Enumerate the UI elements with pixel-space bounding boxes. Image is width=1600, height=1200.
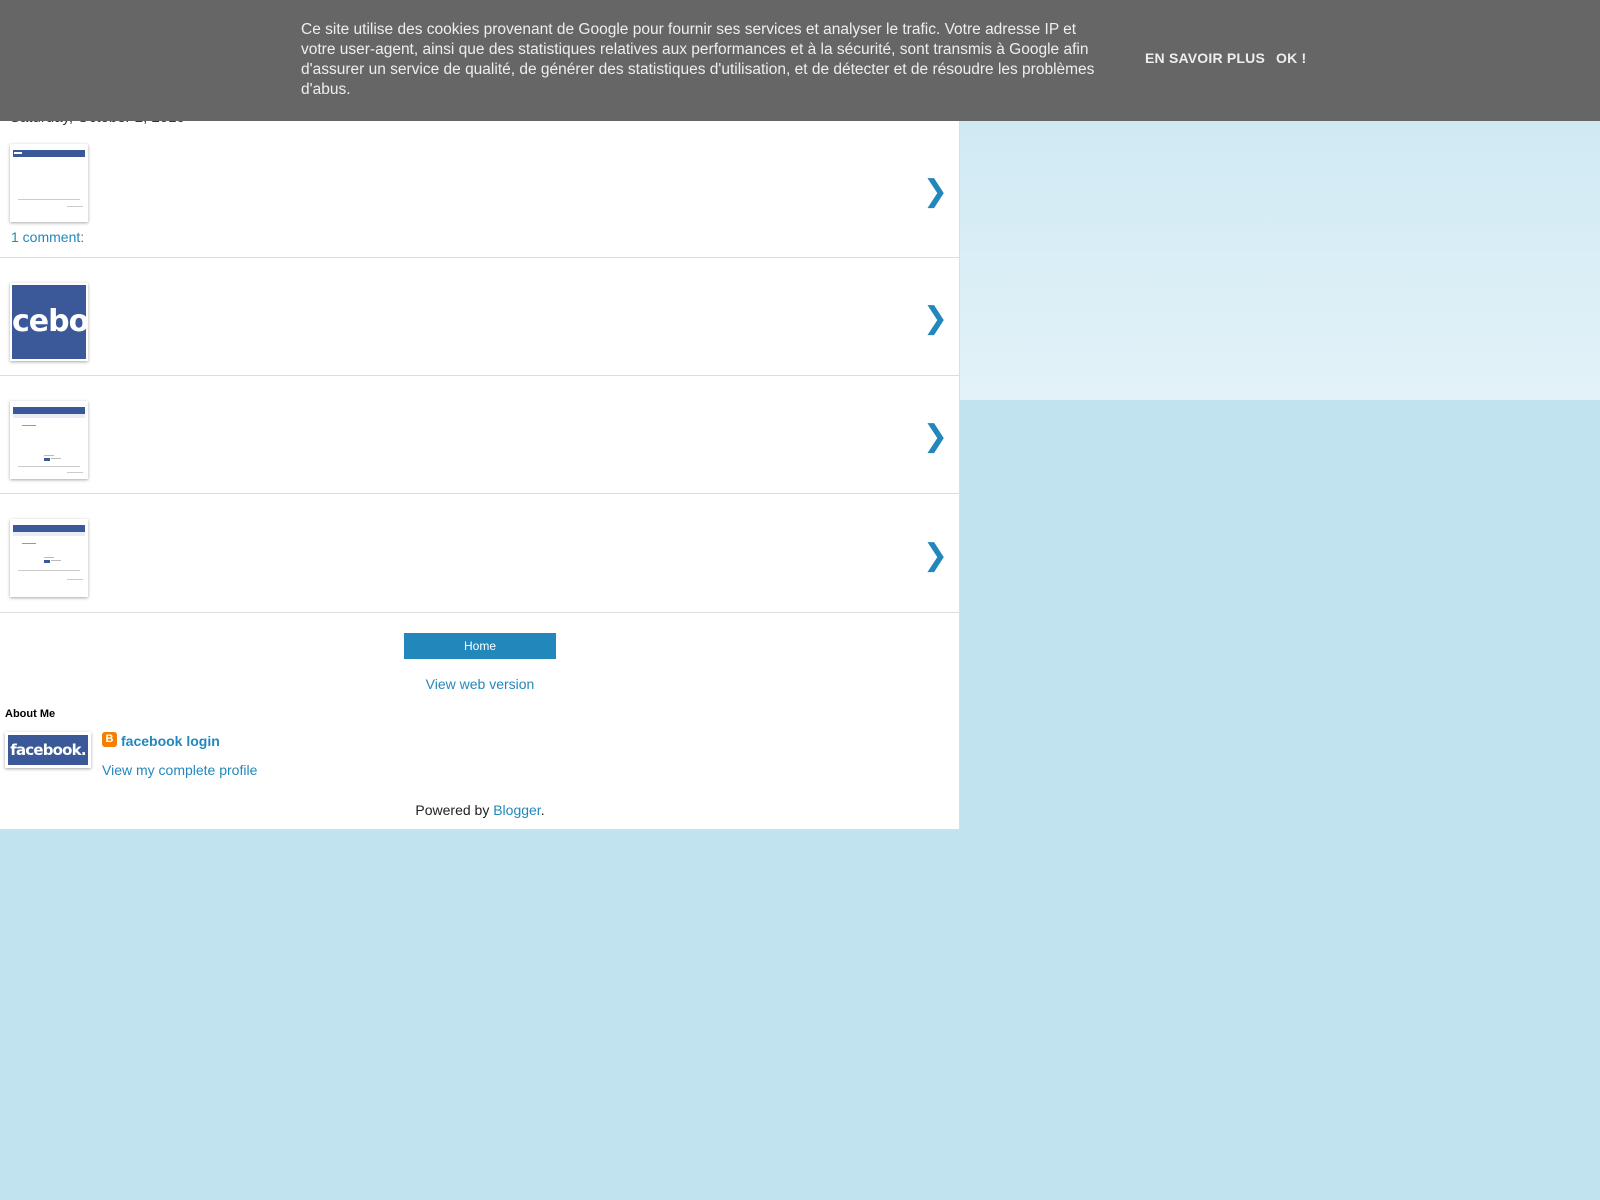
post-chevron-icon[interactable]: ❯ (923, 419, 948, 454)
post-item[interactable]: cebo ❯ (0, 258, 960, 376)
facebook-logo-crop: cebo (12, 285, 86, 359)
post-chevron-icon[interactable]: ❯ (923, 174, 948, 209)
cookie-message: Ce site utilise des cookies provenant de… (301, 21, 1095, 98)
powered-by-prefix: Powered by (415, 802, 494, 818)
home-button[interactable]: Home (404, 633, 556, 659)
powered-by: Powered by Blogger. (0, 802, 960, 818)
post-thumbnail[interactable] (10, 401, 88, 479)
profile-name-link[interactable]: facebook login (121, 733, 220, 749)
post-item[interactable]: ❯ (0, 376, 960, 494)
main-content: Saturday, October 2, 2010 ❯ 1 comment: c… (0, 0, 960, 830)
view-web-version-link[interactable]: View web version (0, 676, 960, 692)
post-thumbnail[interactable] (10, 519, 88, 597)
post-item[interactable]: ❯ (0, 120, 960, 258)
profile-image[interactable]: facebook. (5, 732, 91, 768)
comment-count-link[interactable]: 1 comment: (11, 229, 84, 245)
accept-cookies-button[interactable]: OK ! (1276, 50, 1306, 66)
about-me-title: About Me (5, 708, 56, 720)
post-chevron-icon[interactable]: ❯ (923, 538, 948, 573)
blogger-link[interactable]: Blogger (493, 802, 540, 818)
blogger-icon: B (102, 732, 117, 747)
post-item[interactable]: ❯ (0, 494, 960, 613)
facebook-logo: facebook. (8, 735, 88, 765)
learn-more-button[interactable]: EN SAVOIR PLUS (1145, 50, 1265, 66)
post-thumbnail[interactable]: cebo (10, 283, 88, 361)
post-chevron-icon[interactable]: ❯ (923, 301, 948, 336)
cookie-consent-bar: Ce site utilise des cookies provenant de… (0, 0, 1600, 121)
post-thumbnail[interactable] (10, 144, 88, 222)
view-profile-link[interactable]: View my complete profile (102, 762, 257, 778)
powered-by-suffix: . (540, 802, 545, 818)
